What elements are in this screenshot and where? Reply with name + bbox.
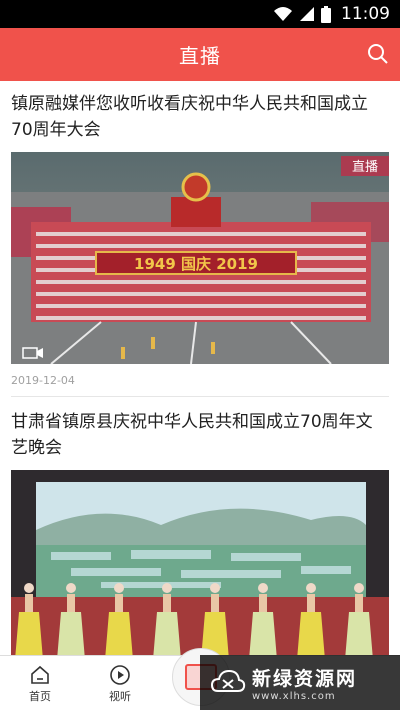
status-bar: 11:09 bbox=[0, 0, 400, 28]
watermark: 新绿资源网 www.xlhs.com bbox=[200, 655, 400, 710]
feed-card[interactable]: 镇原融媒伴您收听收看庆祝中华人民共和国成立70周年大会 1949 国庆 2019… bbox=[0, 91, 400, 397]
tab-media[interactable]: 视听 bbox=[80, 656, 160, 711]
wifi-icon bbox=[273, 6, 293, 22]
card-thumbnail[interactable] bbox=[11, 470, 389, 655]
tab-home[interactable]: 首页 bbox=[0, 656, 80, 711]
home-icon bbox=[29, 664, 51, 686]
live-badge: 直播 bbox=[352, 160, 378, 175]
image-overlay-text: 1949 国庆 2019 bbox=[134, 255, 258, 273]
tab-home-label: 首页 bbox=[29, 689, 51, 703]
cloud-logo-icon bbox=[210, 669, 246, 692]
feed-card[interactable]: 甘肃省镇原县庆祝中华人民共和国成立70周年文艺晚会 bbox=[0, 409, 400, 655]
card-thumbnail[interactable]: 1949 国庆 2019 直播 bbox=[11, 152, 389, 364]
card-date: 2019-12-04 bbox=[11, 374, 75, 387]
search-icon[interactable] bbox=[366, 42, 390, 66]
signal-icon bbox=[299, 6, 315, 22]
status-time: 11:09 bbox=[341, 4, 390, 24]
tab-media-label: 视听 bbox=[109, 689, 131, 703]
card-divider bbox=[11, 396, 389, 397]
app-header: 直播 bbox=[0, 28, 400, 81]
card-title[interactable]: 甘肃省镇原县庆祝中华人民共和国成立70周年文艺晚会 bbox=[11, 409, 389, 461]
watermark-url: www.xlhs.com bbox=[252, 690, 336, 702]
page-title: 直播 bbox=[179, 44, 221, 68]
battery-icon bbox=[321, 5, 331, 23]
play-icon bbox=[109, 664, 131, 686]
live-feed: 镇原融媒伴您收听收看庆祝中华人民共和国成立70周年大会 1949 国庆 2019… bbox=[0, 81, 400, 655]
card-title[interactable]: 镇原融媒伴您收听收看庆祝中华人民共和国成立70周年大会 bbox=[11, 91, 389, 143]
watermark-name: 新绿资源网 bbox=[252, 667, 358, 690]
